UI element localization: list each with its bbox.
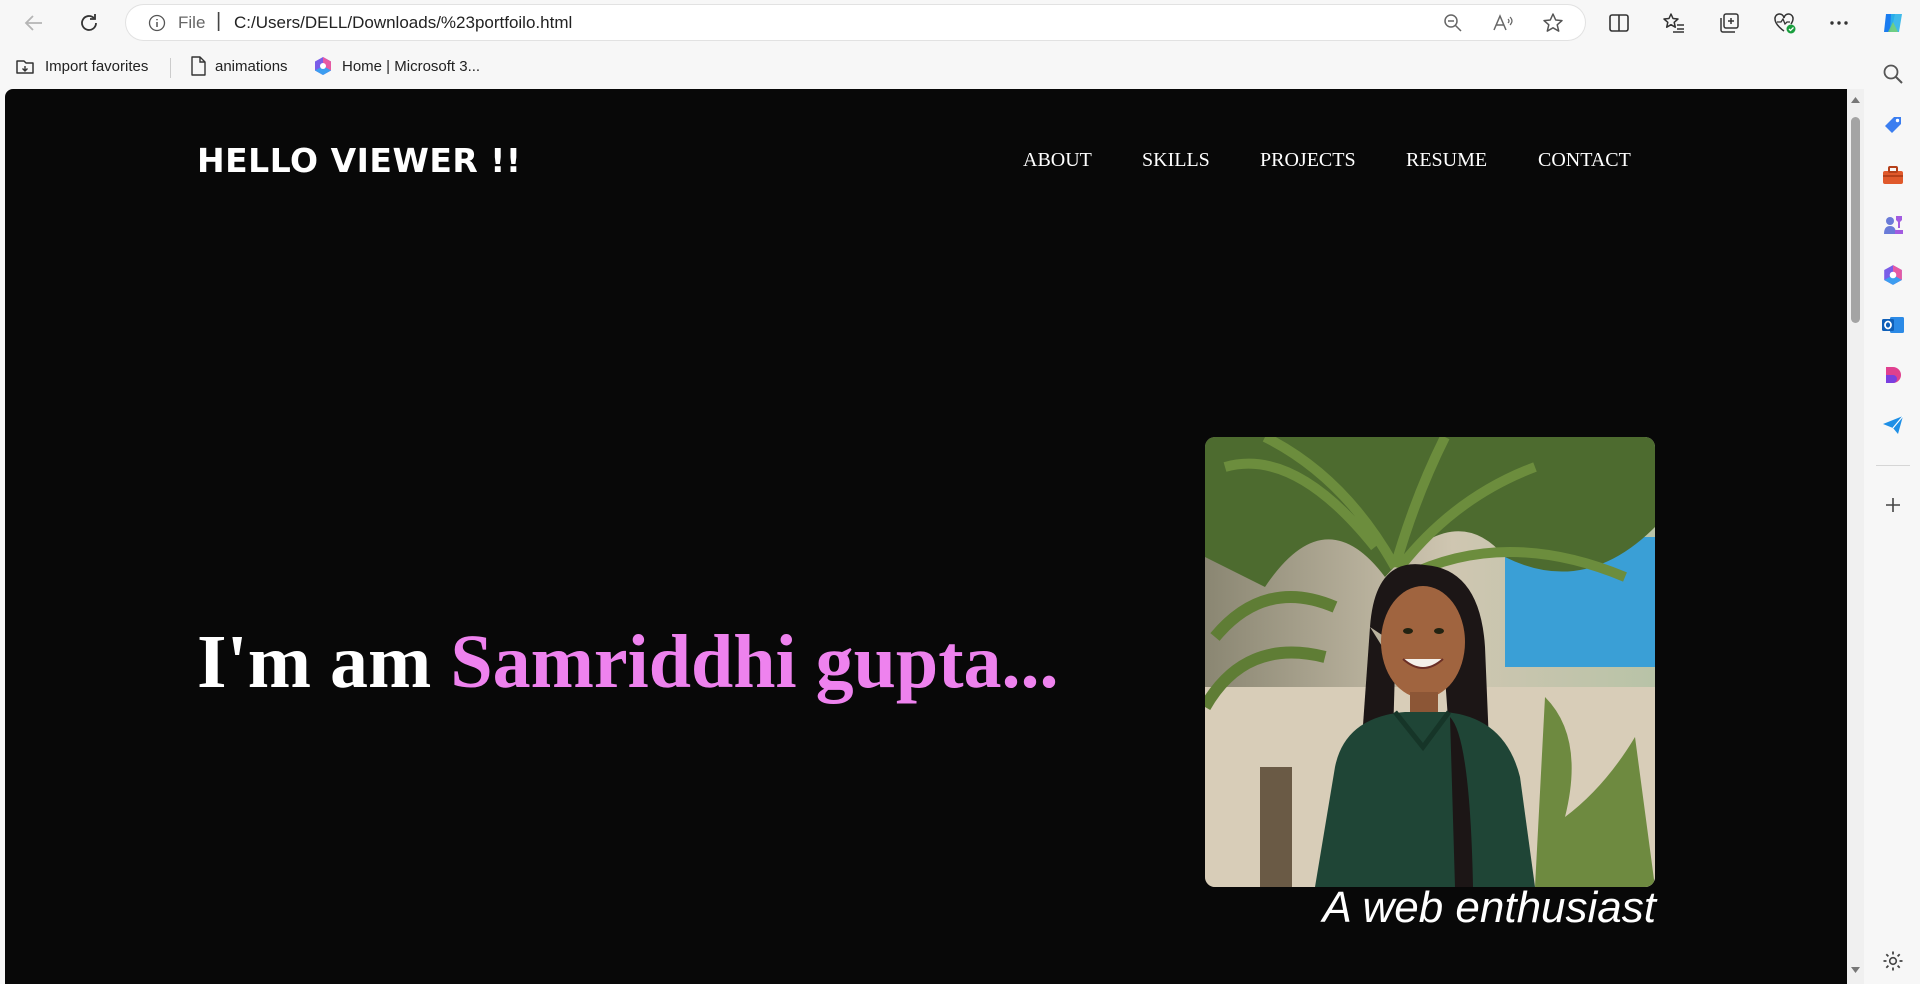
favorite-animations[interactable]: animations — [190, 56, 288, 76]
games-button[interactable] — [1880, 212, 1906, 238]
heart-pulse-icon — [1774, 13, 1796, 34]
favorite-label: animations — [215, 57, 288, 75]
nav-link-projects[interactable]: PROJECTS — [1260, 149, 1356, 172]
read-aloud-icon[interactable] — [1491, 11, 1515, 35]
more-options-button[interactable] — [1823, 7, 1855, 39]
nav-link-about[interactable]: ABOUT — [1023, 149, 1092, 172]
info-icon[interactable] — [148, 14, 166, 32]
chess-piece-icon — [1884, 216, 1903, 234]
profile-photo — [1205, 437, 1655, 887]
protocol-label: File — [178, 13, 206, 32]
shopping-button[interactable] — [1880, 112, 1906, 138]
favorites-divider — [170, 58, 171, 78]
zoom-out-icon[interactable] — [1441, 11, 1465, 35]
microsoft-365-button[interactable] — [1880, 262, 1906, 288]
nav-link-resume[interactable]: RESUME — [1406, 149, 1487, 172]
microsoft-365-icon — [1884, 265, 1902, 285]
favorites-list-icon — [1663, 13, 1684, 33]
scrollbar-thumb[interactable] — [1851, 117, 1860, 323]
page-viewport: HELLO VIEWER !! ABOUT SKILLS PROJECTS RE… — [5, 89, 1847, 984]
toolbox-icon — [1883, 166, 1903, 184]
site-logo: HELLO VIEWER !! — [197, 141, 522, 180]
scroll-down-icon[interactable] — [1851, 967, 1860, 973]
collections-button[interactable] — [1713, 7, 1745, 39]
send-button[interactable] — [1880, 412, 1906, 438]
split-screen-button[interactable] — [1603, 7, 1635, 39]
import-favorites-icon — [16, 60, 34, 74]
vertical-scrollbar[interactable] — [1847, 89, 1864, 984]
nav-link-skills[interactable]: SKILLS — [1142, 149, 1210, 172]
hero-prefix: I'm am — [197, 620, 451, 704]
add-sidebar-app-button[interactable] — [1880, 492, 1906, 518]
favorite-star-icon[interactable] — [1541, 11, 1565, 35]
microsoft-365-icon — [315, 57, 331, 75]
search-button[interactable] — [1880, 61, 1906, 87]
copilot-icon — [1884, 14, 1902, 32]
browser-toolbar: File | C:/Users/DELL/Downloads/%23portfo… — [0, 0, 1920, 46]
favorites-button[interactable] — [1658, 7, 1690, 39]
sidebar-divider — [1876, 465, 1910, 466]
favorite-label: Import favorites — [45, 57, 149, 75]
back-arrow-icon — [24, 15, 42, 31]
favorites-bar: Import favorites animations Home | Micro… — [0, 48, 1900, 86]
split-screen-icon — [1609, 14, 1629, 32]
hero-heading: I'm am Samriddhi gupta... — [197, 619, 1059, 706]
shopping-tag-icon — [1885, 117, 1901, 133]
sidebar-settings-button[interactable] — [1880, 948, 1906, 974]
url-text[interactable]: C:/Users/DELL/Downloads/%23portfoilo.htm… — [234, 13, 572, 33]
scroll-up-icon[interactable] — [1851, 97, 1860, 103]
hero-name: Samriddhi gupta... — [450, 620, 1059, 704]
outlook-icon — [1882, 317, 1904, 333]
tools-button[interactable] — [1880, 162, 1906, 188]
nav-link-contact[interactable]: CONTACT — [1538, 149, 1631, 172]
back-button[interactable] — [18, 7, 50, 39]
favorite-label: Home | Microsoft 3... — [342, 57, 481, 75]
browser-essentials-button[interactable] — [1769, 7, 1801, 39]
designer-button[interactable] — [1880, 362, 1906, 388]
favorite-microsoft-home[interactable]: Home | Microsoft 3... — [313, 56, 480, 76]
copilot-button[interactable] — [1880, 10, 1906, 36]
collections-icon — [1720, 13, 1739, 33]
paper-plane-icon — [1883, 415, 1904, 434]
address-bar[interactable]: File | C:/Users/DELL/Downloads/%23portfo… — [126, 5, 1585, 40]
tagline: A web enthusiast — [1322, 883, 1656, 932]
outlook-button[interactable] — [1880, 312, 1906, 338]
address-separator: | — [216, 10, 222, 32]
search-icon — [1883, 64, 1903, 84]
refresh-button[interactable] — [73, 7, 105, 39]
refresh-icon — [81, 14, 97, 31]
favorite-import[interactable]: Import favorites — [14, 56, 148, 76]
designer-icon — [1886, 367, 1901, 383]
gear-icon — [1883, 951, 1903, 971]
edge-sidebar — [1866, 0, 1920, 984]
plus-icon — [1886, 498, 1900, 512]
more-dots-icon — [1830, 21, 1848, 25]
page-icon — [191, 56, 206, 76]
